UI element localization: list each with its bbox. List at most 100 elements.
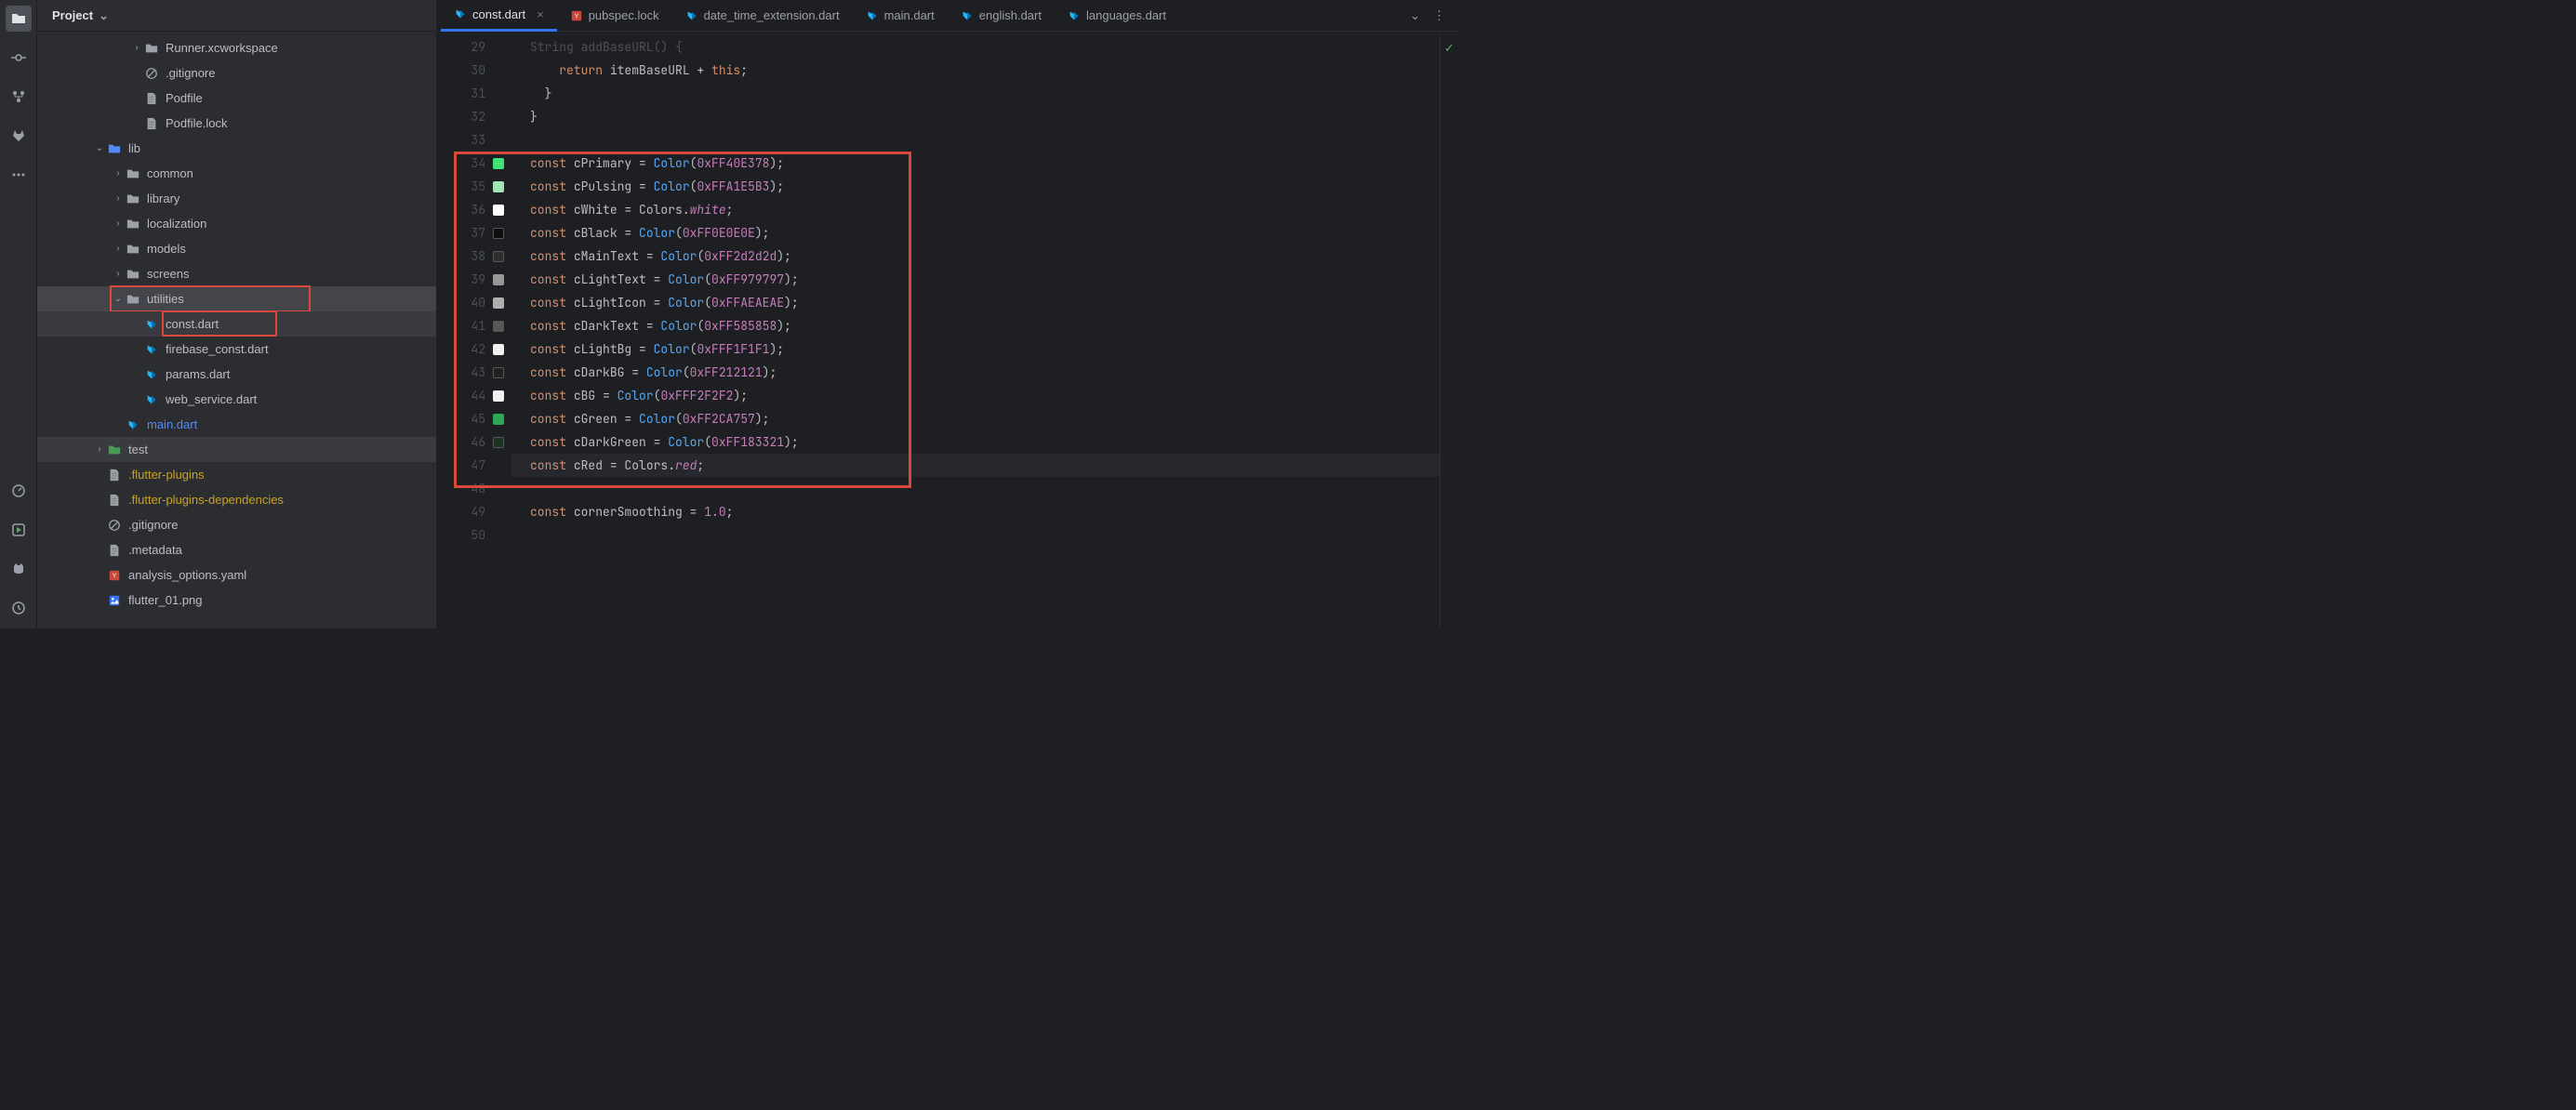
tree-item[interactable]: firebase_const.dart	[37, 337, 436, 362]
color-swatch	[493, 35, 511, 59]
editor-tab[interactable]: const.dart×	[441, 0, 557, 32]
line-number: 46	[437, 430, 493, 454]
tree-arrow-icon[interactable]: ›	[112, 218, 125, 229]
dart-icon	[125, 418, 141, 431]
tree-item[interactable]: ⌄lib	[37, 136, 436, 161]
line-number: 42	[437, 337, 493, 361]
code-line[interactable]	[511, 523, 1440, 547]
tree-arrow-icon[interactable]: ›	[93, 444, 106, 455]
tree-arrow-icon[interactable]: ⌄	[93, 143, 106, 153]
tree-item[interactable]: ›library	[37, 186, 436, 211]
code-line[interactable]: const cPrimary = Color(0xFF40E378);	[511, 152, 1440, 175]
code-line[interactable]: const cDarkBG = Color(0xFF212121);	[511, 361, 1440, 384]
tree-item-label: main.dart	[147, 417, 197, 431]
editor-tab[interactable]: main.dart	[853, 0, 948, 32]
code-line[interactable]: const cMainText = Color(0xFF2d2d2d);	[511, 244, 1440, 268]
editor-tab[interactable]: english.dart	[948, 0, 1055, 32]
tree-item[interactable]: ›common	[37, 161, 436, 186]
line-number: 45	[437, 407, 493, 430]
tree-item[interactable]: flutter_01.png	[37, 588, 436, 613]
tree-arrow-icon[interactable]: ›	[112, 269, 125, 279]
editor-tab[interactable]: date_time_extension.dart	[672, 0, 853, 32]
folder-blue-icon	[106, 142, 123, 155]
code-line[interactable]: const cLightBg = Color(0xFFF1F1F1);	[511, 337, 1440, 361]
tree-item[interactable]: ›Runner.xcworkspace	[37, 35, 436, 60]
tree-item[interactable]: .gitignore	[37, 512, 436, 537]
code-line[interactable]: const cLightIcon = Color(0xFFAEAEAE);	[511, 291, 1440, 314]
tree-item[interactable]: ›localization	[37, 211, 436, 236]
tab-menu-icon[interactable]: ⋮	[1433, 8, 1445, 23]
tree-item[interactable]: .gitignore	[37, 60, 436, 86]
code-line[interactable]: const cornerSmoothing = 1.0;	[511, 500, 1440, 523]
tree-item-label: utilities	[147, 292, 184, 306]
dart-icon	[143, 368, 160, 381]
code-editor[interactable]: String addBaseURL() { return itemBaseURL…	[511, 32, 1440, 628]
code-line[interactable]: String addBaseURL() {	[511, 35, 1440, 59]
code-line[interactable]: const cLightText = Color(0xFF979797);	[511, 268, 1440, 291]
tree-item-label: params.dart	[166, 367, 230, 381]
code-line[interactable]: const cDarkGreen = Color(0xFF183321);	[511, 430, 1440, 454]
tree-item-label: .flutter-plugins-dependencies	[128, 493, 284, 507]
performance-icon[interactable]	[6, 478, 32, 504]
tree-arrow-icon[interactable]: ⌄	[112, 294, 125, 304]
code-line[interactable]: const cGreen = Color(0xFF2CA757);	[511, 407, 1440, 430]
code-line[interactable]	[511, 128, 1440, 152]
tree-item[interactable]: ›screens	[37, 261, 436, 286]
editor-tabs: const.dart×Ypubspec.lockdate_time_extens…	[437, 0, 1458, 32]
tree-item[interactable]: .flutter-plugins	[37, 462, 436, 487]
code-line[interactable]: }	[511, 82, 1440, 105]
line-number: 34	[437, 152, 493, 175]
structure-icon[interactable]	[6, 84, 32, 110]
tree-item[interactable]: Podfile	[37, 86, 436, 111]
code-line[interactable]: const cRed = Colors.red;	[511, 454, 1440, 477]
tree-arrow-icon[interactable]: ›	[112, 193, 125, 204]
tree-item[interactable]: Yanalysis_options.yaml	[37, 562, 436, 588]
line-number: 43	[437, 361, 493, 384]
commit-icon[interactable]	[6, 45, 32, 71]
project-tree[interactable]: ›Runner.xcworkspace.gitignorePodfilePodf…	[37, 32, 436, 628]
code-line[interactable]: const cBlack = Color(0xFF0E0E0E);	[511, 221, 1440, 244]
tree-item[interactable]: .metadata	[37, 537, 436, 562]
folder-icon	[143, 42, 160, 55]
editor-tab[interactable]: languages.dart	[1055, 0, 1179, 32]
run-icon[interactable]	[6, 517, 32, 543]
color-swatch	[493, 198, 511, 221]
code-line[interactable]: return itemBaseURL + this;	[511, 59, 1440, 82]
color-swatch	[493, 407, 511, 430]
code-line[interactable]: const cWhite = Colors.white;	[511, 198, 1440, 221]
tree-item[interactable]: main.dart	[37, 412, 436, 437]
tree-item[interactable]: const.dart	[37, 311, 436, 337]
tree-item[interactable]: ›test	[37, 437, 436, 462]
more-icon[interactable]	[6, 162, 32, 188]
color-swatch	[493, 384, 511, 407]
tab-overflow-icon[interactable]: ⌄	[1410, 8, 1420, 23]
code-line[interactable]	[511, 477, 1440, 500]
code-line[interactable]: const cDarkText = Color(0xFF585858);	[511, 314, 1440, 337]
tree-item[interactable]: params.dart	[37, 362, 436, 387]
tree-arrow-icon[interactable]: ›	[112, 244, 125, 254]
close-icon[interactable]: ×	[537, 7, 544, 21]
tree-arrow-icon[interactable]: ›	[130, 43, 143, 53]
line-number: 41	[437, 314, 493, 337]
clock-icon[interactable]	[6, 595, 32, 621]
editor-tab[interactable]: Ypubspec.lock	[557, 0, 672, 32]
tab-label: main.dart	[884, 8, 935, 22]
tree-item[interactable]: Podfile.lock	[37, 111, 436, 136]
code-line[interactable]: const cPulsing = Color(0xFFA1E5B3);	[511, 175, 1440, 198]
color-swatch	[493, 268, 511, 291]
tree-item[interactable]: web_service.dart	[37, 387, 436, 412]
file-icon	[143, 92, 160, 105]
tree-item[interactable]: .flutter-plugins-dependencies	[37, 487, 436, 512]
code-line[interactable]: }	[511, 105, 1440, 128]
code-line[interactable]: const cBG = Color(0xFFF2F2F2);	[511, 384, 1440, 407]
project-icon[interactable]	[6, 6, 32, 32]
cat-icon[interactable]	[6, 556, 32, 582]
gitlab-icon[interactable]	[6, 123, 32, 149]
inspection-bar: ✓	[1440, 32, 1458, 628]
tree-arrow-icon[interactable]: ›	[112, 168, 125, 178]
sidebar-header[interactable]: Project ⌄	[37, 0, 436, 32]
color-swatch	[493, 244, 511, 268]
tree-item[interactable]: ⌄ utilities	[37, 286, 436, 311]
yaml-icon: Y	[570, 9, 583, 22]
tree-item[interactable]: ›models	[37, 236, 436, 261]
